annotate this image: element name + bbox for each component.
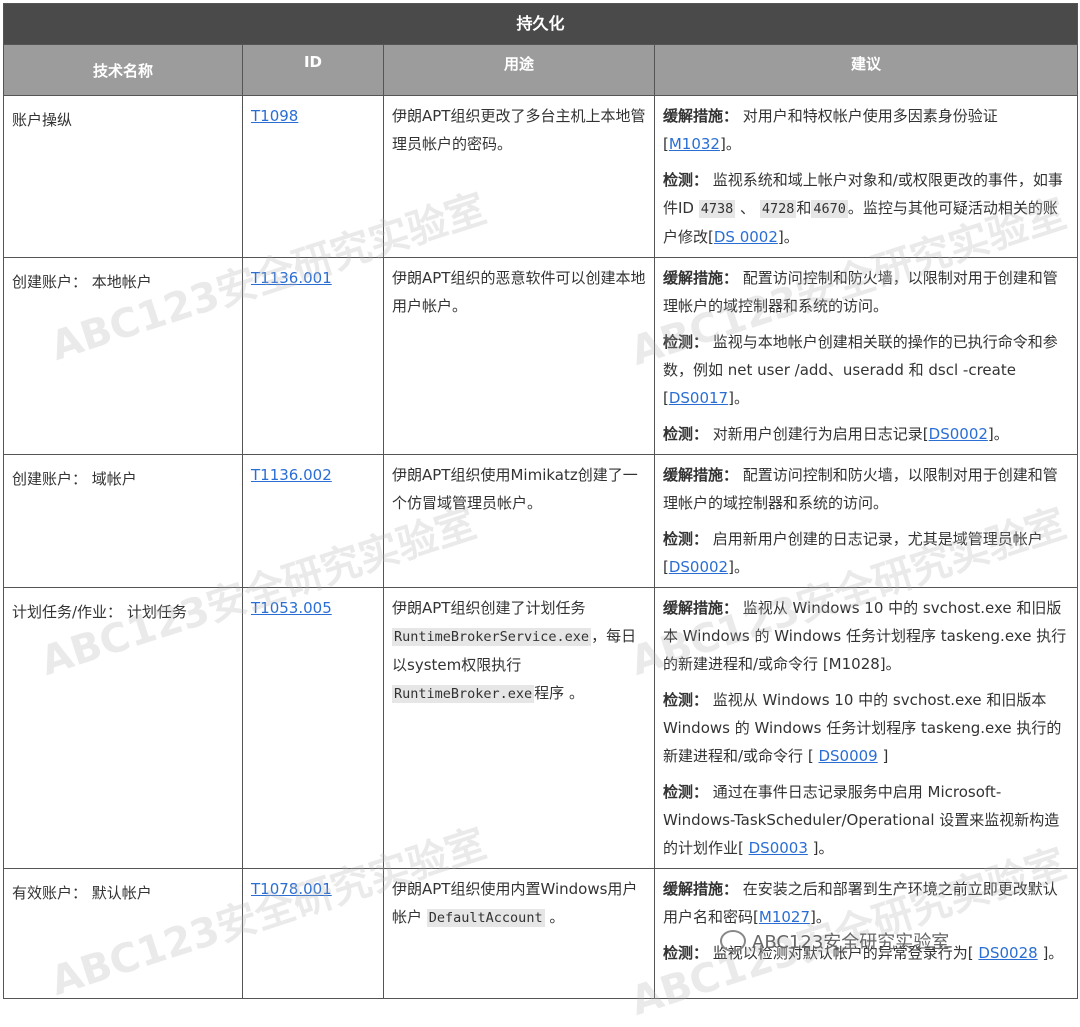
advice-label: 检测：	[663, 333, 709, 351]
data-source-link[interactable]: DS0002	[669, 558, 728, 576]
header-technique-name: 技术名称	[3, 44, 243, 96]
technique-id-link[interactable]: T1078.001	[251, 880, 332, 898]
advice-cell: 缓解措施： 配置访问控制和防火墙，以限制对用于创建和管理帐户的域控制器和系统的访…	[653, 257, 1079, 455]
advice-label: 检测：	[663, 944, 709, 962]
table-row: 计划任务/作业： 计划任务 T1053.005 伊朗APT组织创建了计划任务 Ru…	[3, 587, 1079, 869]
advice-cell: 缓解措施： 配置访问控制和防火墙，以限制对用于创建和管理帐户的域控制器和系统的访…	[653, 454, 1079, 588]
technique-id-link[interactable]: T1136.001	[251, 269, 332, 287]
usage-text: 伊朗APT组织使用内置Windows用户帐户 DefaultAccount 。	[383, 868, 655, 999]
program-name-code: RuntimeBroker.exe	[392, 685, 535, 703]
advice-label: 缓解措施：	[663, 880, 739, 898]
table-row: 创建账户： 域帐户 T1136.002 伊朗APT组织使用Mimikatz创建了…	[3, 454, 1079, 588]
advice-label: 缓解措施：	[663, 107, 739, 125]
wechat-icon	[720, 930, 746, 952]
header-advice: 建议	[653, 44, 1079, 96]
advice-label: 检测：	[663, 691, 709, 709]
advice-label: 缓解措施：	[663, 599, 739, 617]
usage-text: 伊朗APT组织创建了计划任务 RuntimeBrokerService.exe ，每…	[383, 587, 655, 869]
data-source-link[interactable]: DS 0002	[714, 228, 778, 246]
advice-label: 检测：	[663, 425, 709, 443]
mitigation-link[interactable]: M1032	[669, 135, 720, 153]
technique-name: 创建账户： 域帐户	[3, 454, 243, 588]
advice-cell: 缓解措施： 监视从 Windows 10 中的 svchost.exe 和旧版本…	[653, 587, 1079, 869]
advice-label: 缓解措施：	[663, 269, 739, 287]
technique-name: 计划任务/作业： 计划任务	[3, 587, 243, 869]
persistence-table: 持久化 技术名称 ID 用途 建议 账户操纵 T1098 伊朗APT组织更改了多…	[2, 3, 1079, 999]
event-id-code: 4738	[698, 200, 736, 218]
data-source-link[interactable]: DS0002	[929, 425, 988, 443]
data-source-link[interactable]: DS0003	[749, 839, 808, 857]
technique-id-link[interactable]: T1053.005	[251, 599, 332, 617]
advice-label: 检测：	[663, 530, 709, 548]
technique-name: 账户操纵	[3, 95, 243, 258]
header-id: ID	[242, 44, 384, 96]
task-name-code: RuntimeBrokerService.exe	[392, 628, 592, 646]
technique-id-link[interactable]: T1136.002	[251, 466, 332, 484]
table-title: 持久化	[2, 3, 1079, 45]
data-source-link[interactable]: DS0028	[978, 944, 1037, 962]
event-id-code: 4670	[811, 200, 848, 218]
header-usage: 用途	[383, 44, 655, 96]
technique-name: 有效账户： 默认帐户	[3, 868, 243, 999]
source-watermark: ABC123安全研究实验室	[720, 928, 949, 954]
table-row: 账户操纵 T1098 伊朗APT组织更改了多台主机上本地管理员帐户的密码。 缓解…	[3, 95, 1079, 258]
usage-text: 伊朗APT组织的恶意软件可以创建本地用户帐户。	[383, 257, 655, 455]
technique-name: 创建账户： 本地帐户	[3, 257, 243, 455]
advice-label: 缓解措施：	[663, 466, 739, 484]
source-watermark-text: ABC123安全研究实验室	[752, 932, 950, 953]
mitigation-link[interactable]: M1027	[759, 908, 810, 926]
advice-label: 检测：	[663, 171, 709, 189]
account-name-code: DefaultAccount	[426, 909, 545, 927]
advice-label: 检测：	[663, 783, 709, 801]
table-row: 创建账户： 本地帐户 T1136.001 伊朗APT组织的恶意软件可以创建本地用…	[3, 257, 1079, 455]
usage-text: 伊朗APT组织更改了多台主机上本地管理员帐户的密码。	[383, 95, 655, 258]
event-id-code: 4728	[759, 200, 797, 218]
data-source-link[interactable]: DS0017	[669, 389, 728, 407]
data-source-link[interactable]: DS0009	[818, 747, 877, 765]
technique-id-link[interactable]: T1098	[251, 107, 298, 125]
advice-cell: 缓解措施： 对用户和特权帐户使用多因素身份验证 [M1032]。 检测： 监视系统…	[653, 95, 1079, 258]
usage-text: 伊朗APT组织使用Mimikatz创建了一个仿冒域管理员帐户。	[383, 454, 655, 588]
